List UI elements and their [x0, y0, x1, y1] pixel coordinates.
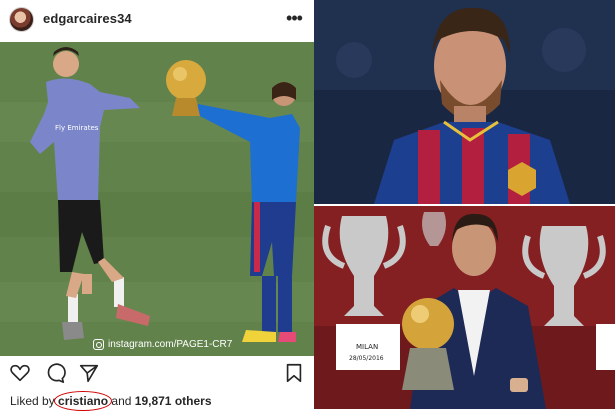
share-icon[interactable] [78, 362, 100, 384]
photo-trophy-presentation: MILAN 28/05/2016 [314, 206, 615, 409]
more-icon[interactable]: ••• [283, 8, 305, 28]
post-username[interactable]: edgarcaires34 [43, 11, 132, 26]
photo-player-closeup [314, 0, 615, 204]
post-image[interactable]: Fly Emirates instagram.com/PAGE1-CR7 [0, 42, 314, 356]
likes-prefix: Liked by [10, 394, 55, 408]
avatar[interactable] [9, 7, 34, 32]
plaque-text: MILAN [356, 343, 378, 351]
bookmark-icon[interactable] [283, 362, 305, 384]
heart-icon[interactable] [9, 362, 31, 384]
comment-icon[interactable] [44, 362, 66, 384]
closeup-illustration [314, 0, 615, 204]
shirt-sponsor-text: Fly Emirates [55, 124, 99, 132]
trophy-presentation-illustration: MILAN 28/05/2016 [314, 206, 615, 409]
post-photo-illustration: Fly Emirates [0, 42, 314, 356]
post-watermark: instagram.com/PAGE1-CR7 [93, 339, 232, 350]
likes-count-link[interactable]: 19,871 others [135, 394, 212, 408]
likes-user-link[interactable]: cristiano [58, 394, 108, 408]
likes-line: Liked by cristiano and 19,871 others [10, 394, 212, 408]
instagram-post-card: edgarcaires34 ••• Fly Emirates instagram… [0, 0, 314, 409]
instagram-glyph-icon [93, 339, 104, 350]
likes-and: and [111, 394, 132, 408]
post-actions [0, 362, 314, 388]
watermark-text: instagram.com/PAGE1-CR7 [108, 339, 233, 350]
plaque-date: 28/05/2016 [349, 355, 384, 362]
post-header: edgarcaires34 ••• [0, 0, 314, 40]
